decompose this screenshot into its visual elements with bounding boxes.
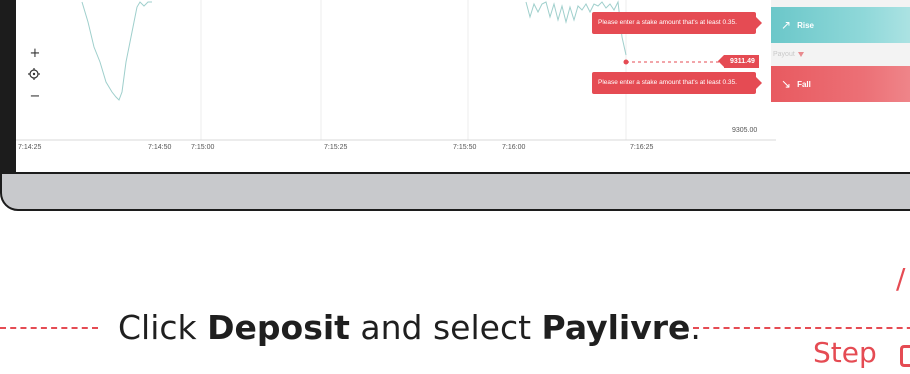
time-tick: 7:14:50 <box>148 144 172 151</box>
dashed-divider <box>693 327 910 329</box>
instruction-middle: and select <box>349 308 542 347</box>
step-number-badge <box>900 345 910 367</box>
time-tick: 7:16:00 <box>502 144 526 151</box>
zoom-out-button[interactable]: − <box>28 90 42 104</box>
payout-label: Payout <box>773 51 795 58</box>
time-tick: 7:15:50 <box>453 144 477 151</box>
instruction-text: Click Deposit and select Paylivre. <box>118 304 701 352</box>
platform-screen: + − 7:14:25 7:14:50 7:15:00 7:15:25 7:15… <box>16 0 910 172</box>
monitor-frame: + − 7:14:25 7:14:50 7:15:00 7:15:25 7:15… <box>0 0 910 211</box>
fall-stake-error: Please enter a stake amount that's at le… <box>592 72 762 94</box>
caret-down-icon <box>797 51 804 57</box>
arrow-up-right-icon: ↗ <box>781 18 792 32</box>
fall-label: Fall <box>797 79 811 89</box>
time-tick: 7:15:25 <box>324 144 348 151</box>
price-axis-label: 9305.00 <box>732 127 758 134</box>
instruction-deposit: Deposit <box>207 308 350 347</box>
payout-toggle[interactable]: Payout <box>773 51 804 58</box>
rise-label: Rise <box>797 20 814 30</box>
step-label: Step <box>813 336 877 369</box>
rise-stake-error: Please enter a stake amount that's at le… <box>592 12 762 34</box>
trade-panel: ↗ Rise Payout ⓘ ↘ Fall <box>771 0 910 102</box>
fall-button[interactable]: ↘ Fall <box>771 66 910 102</box>
price-chart[interactable]: + − 7:14:25 7:14:50 7:15:00 7:15:25 7:15… <box>16 0 776 172</box>
time-tick: 7:16:25 <box>630 144 654 151</box>
dashed-divider <box>0 327 98 329</box>
monitor-bezel <box>2 174 910 209</box>
current-price-dot <box>623 59 629 65</box>
current-price-tag: 9311.49 <box>718 55 759 68</box>
time-tick: 7:15:00 <box>191 144 215 151</box>
corner-mark-icon: / <box>896 262 906 295</box>
instruction-prefix: Click <box>118 308 208 347</box>
zoom-in-button[interactable]: + <box>28 47 42 61</box>
price-line-left <box>81 1 152 101</box>
instruction-caption: Click Deposit and select Paylivre. <box>0 304 910 352</box>
arrow-down-right-icon: ↘ <box>781 77 792 91</box>
rise-button[interactable]: ↗ Rise <box>771 7 910 43</box>
time-tick: 7:14:25 <box>18 144 42 151</box>
instruction-method: Paylivre <box>541 308 691 347</box>
